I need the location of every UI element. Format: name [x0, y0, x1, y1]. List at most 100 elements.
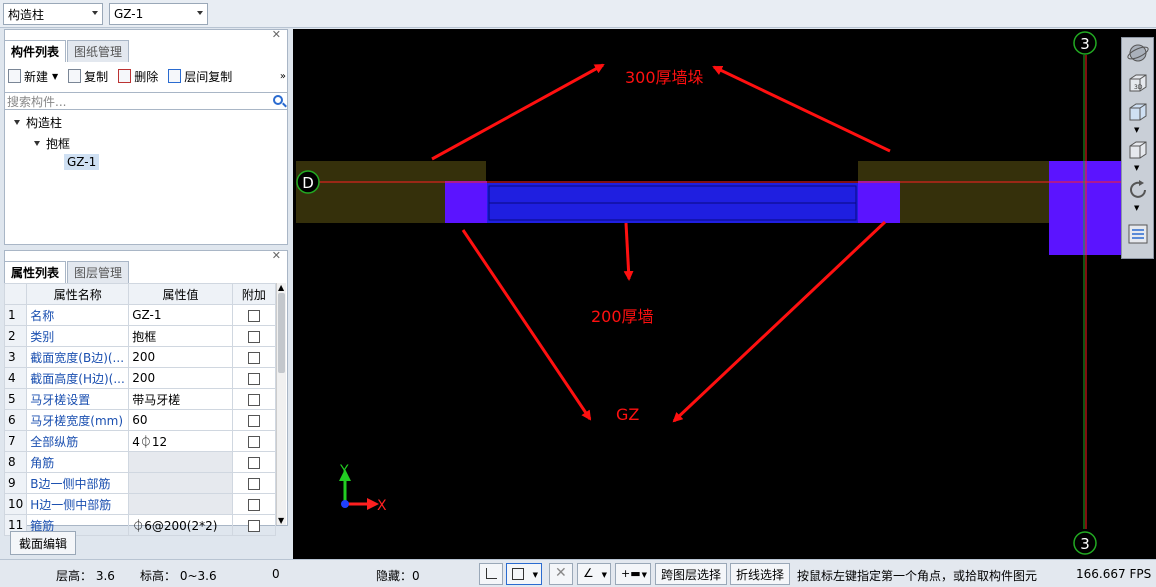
property-scrollbar[interactable]: ▲ ▼ [276, 283, 286, 525]
arrow-pier-right [712, 65, 891, 153]
view-box-icon[interactable] [1126, 100, 1150, 124]
property-value[interactable]: 带马牙槎 [128, 388, 233, 410]
copy-icon [68, 69, 82, 83]
property-value[interactable] [128, 472, 233, 494]
extra-checkbox[interactable] [247, 414, 260, 427]
component-item-select[interactable]: GZ-1 [109, 3, 208, 25]
search-icon[interactable] [273, 95, 283, 105]
copy-button[interactable]: 复制 [68, 68, 108, 85]
extra-checkbox[interactable] [247, 435, 260, 448]
property-row[interactable]: 1 名称 GZ-1 [3, 304, 277, 326]
property-extra [231, 388, 277, 410]
property-row[interactable]: 3 截面宽度(B边)(... 200 [3, 346, 277, 368]
tree-leaf-label: GZ-1 [64, 154, 100, 170]
chevron-down-icon [197, 11, 203, 15]
property-row[interactable]: 4 截面高度(H边)(... 200 [3, 367, 277, 389]
row-number: 10 [3, 493, 28, 515]
property-row[interactable]: 2 类别 抱框 [3, 325, 277, 347]
component-tabs: 构件列表 图纸管理 [4, 40, 130, 62]
polyline-select-button[interactable]: 折线选择 [730, 563, 791, 585]
property-value[interactable] [128, 451, 233, 473]
close-icon[interactable]: ✕ [272, 28, 281, 41]
property-row[interactable]: 5 马牙槎设置 带马牙槎 [3, 388, 277, 410]
property-value[interactable]: 抱框 [128, 325, 233, 347]
tab-drawing-manager[interactable]: 图纸管理 [67, 40, 130, 62]
scroll-up-icon[interactable]: ▲ [278, 283, 284, 292]
extra-checkbox[interactable] [247, 372, 260, 385]
chevron-down-icon[interactable]: ▼ [1134, 126, 1139, 134]
extra-checkbox[interactable] [247, 330, 260, 343]
property-name: 截面宽度(B边)(... [26, 346, 130, 368]
property-value[interactable]: GZ-1 [128, 304, 233, 326]
property-extra [231, 304, 277, 326]
chevron-down-icon [92, 11, 98, 15]
property-row[interactable]: 7 全部纵筋 4⏀12 [3, 430, 277, 452]
property-row[interactable]: 10 H边一侧中部筋 [3, 493, 277, 515]
property-name: H边一侧中部筋 [26, 493, 130, 515]
header-name: 属性名称 [26, 283, 130, 305]
property-value[interactable]: 60 [128, 409, 233, 431]
chevron-down-icon[interactable]: ▼ [1134, 204, 1139, 212]
copy-between-floors-button[interactable]: 层间复制 [168, 68, 232, 85]
cross-select-icon[interactable]: ✕ [549, 563, 573, 585]
rotate-icon[interactable] [1126, 178, 1150, 202]
tab-property-list[interactable]: 属性列表 [4, 261, 67, 283]
search-placeholder: 搜索构件... [7, 94, 67, 109]
close-icon[interactable]: ✕ [272, 249, 281, 262]
more-icon[interactable]: » [280, 71, 286, 82]
extra-checkbox[interactable] [247, 477, 260, 490]
snap-icon[interactable]: +▬ ▼ [615, 563, 651, 585]
property-value[interactable]: 4⏀12 [128, 430, 233, 452]
property-value[interactable]: 200 [128, 346, 233, 368]
section-edit-button[interactable]: 截面编辑 [10, 531, 77, 555]
cube-icon[interactable] [1126, 138, 1150, 162]
property-extra [231, 325, 277, 347]
selection-box-icon[interactable]: ▼ [506, 563, 542, 585]
scroll-thumb[interactable] [278, 293, 285, 373]
axis-left-label: D [302, 174, 314, 192]
gz-column-left[interactable] [445, 181, 487, 223]
axis-x-label: X [377, 498, 387, 514]
property-value[interactable]: 200 [128, 367, 233, 389]
tree-item-child[interactable]: 抱框 [34, 135, 70, 152]
drawing-canvas[interactable]: 3 3 D 300厚墙垛 200厚墙 GZ Y X [293, 29, 1156, 559]
property-name: 马牙槎宽度(mm) [26, 409, 130, 431]
orthogonal-mode-icon[interactable] [479, 563, 503, 585]
property-extra [231, 409, 277, 431]
tree-child-label: 抱框 [46, 137, 71, 151]
new-button[interactable]: 新建 ▼ [8, 68, 58, 85]
tree-item-leaf[interactable]: GZ-1 [64, 154, 100, 170]
axis-y-label: Y [339, 463, 349, 479]
tab-layer-manager[interactable]: 图层管理 [67, 261, 130, 283]
property-row[interactable]: 9 B边一侧中部筋 [3, 472, 277, 494]
chevron-down-icon[interactable]: ▼ [1134, 164, 1139, 172]
extra-checkbox[interactable] [247, 456, 260, 469]
orbit-icon[interactable] [1126, 41, 1150, 65]
property-name: 类别 [26, 325, 130, 347]
component-type-select[interactable]: 构造柱 [3, 3, 103, 25]
scroll-down-icon[interactable]: ▼ [278, 516, 284, 525]
delete-button[interactable]: 删除 [118, 68, 158, 85]
extra-checkbox[interactable] [247, 309, 260, 322]
property-row[interactable]: 8 角筋 [3, 451, 277, 473]
extra-checkbox[interactable] [247, 498, 260, 511]
property-value[interactable]: ⏀6@200(2*2) [128, 514, 233, 536]
arrow-gz-right [672, 220, 887, 423]
extra-checkbox[interactable] [247, 393, 260, 406]
expand-icon[interactable] [34, 141, 40, 146]
component-search-input[interactable]: 搜索构件... [4, 92, 288, 110]
3d-view-icon[interactable]: 3D [1126, 71, 1150, 95]
left-panel: ✕ 构件列表 图纸管理 新建 ▼ 复制 删除 层间复制 » 搜索构件... 构造… [0, 28, 292, 559]
property-row[interactable]: 6 马牙槎宽度(mm) 60 [3, 409, 277, 431]
layer-list-icon[interactable] [1126, 222, 1150, 246]
cross-layer-select-button[interactable]: 跨图层选择 [655, 563, 728, 585]
property-value[interactable] [128, 493, 233, 515]
extra-checkbox[interactable] [247, 519, 260, 532]
gz-column-right[interactable] [858, 181, 900, 223]
extra-checkbox[interactable] [247, 351, 260, 364]
expand-icon[interactable] [14, 120, 20, 125]
tab-component-list[interactable]: 构件列表 [4, 40, 67, 62]
angle-icon[interactable]: ∠ ▼ [577, 563, 611, 585]
tree-item-root[interactable]: 构造柱 [14, 114, 62, 131]
drawing-viewport[interactable]: 3 3 D 300厚墙垛 200厚墙 GZ Y X [293, 29, 1156, 559]
